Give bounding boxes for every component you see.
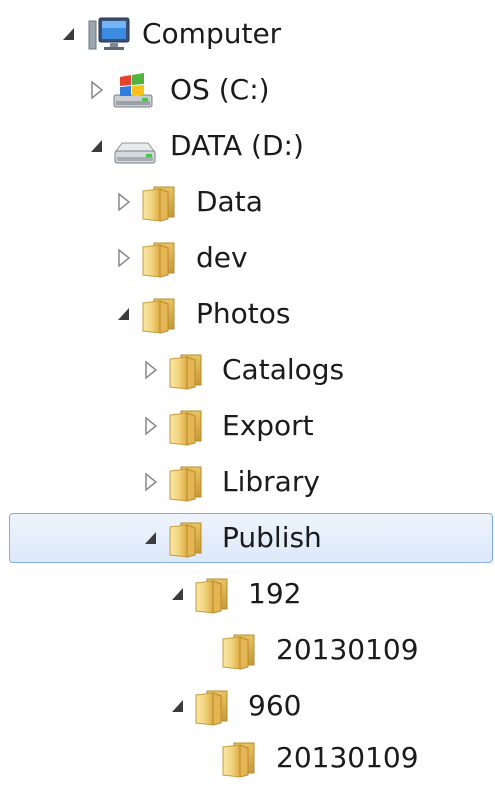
folder-icon <box>220 631 260 671</box>
collapsed-arrow-icon[interactable] <box>140 356 164 384</box>
collapsed-arrow-icon[interactable] <box>140 468 164 496</box>
folder-icon <box>167 519 207 559</box>
collapsed-arrow-icon[interactable] <box>113 188 137 216</box>
tree-item-export[interactable]: Export <box>0 398 495 454</box>
folder-tree: Computer OS (C:) DATA (D:) Data dev Phot… <box>0 0 495 786</box>
tree-item-label: Catalogs <box>222 353 345 386</box>
tree-item-label: Computer <box>142 17 282 50</box>
folder-icon <box>167 407 207 447</box>
folder-icon <box>167 351 207 391</box>
tree-item-label: 20130109 <box>276 741 419 774</box>
tree-item-label: OS (C:) <box>170 73 270 106</box>
windows-drive-icon <box>112 71 153 111</box>
tree-item-192-20130109[interactable]: 20130109 <box>0 622 495 678</box>
folder-icon <box>167 463 207 503</box>
tree-item-label: Library <box>222 465 320 498</box>
tree-item-label: Data <box>196 185 263 218</box>
tree-item-label: Export <box>222 409 314 442</box>
tree-item-label: Photos <box>196 297 291 330</box>
expanded-arrow-icon[interactable] <box>113 300 137 328</box>
expanded-arrow-icon[interactable] <box>140 524 164 552</box>
tree-item-960[interactable]: 960 <box>0 678 495 734</box>
tree-item-label: DATA (D:) <box>170 129 304 162</box>
tree-item-label: dev <box>196 241 248 274</box>
computer-icon <box>88 15 130 55</box>
tree-item-label: 20130109 <box>276 633 419 666</box>
folder-icon <box>193 687 233 727</box>
folder-icon <box>193 575 233 615</box>
tree-item-catalogs[interactable]: Catalogs <box>0 342 495 398</box>
tree-item-publish[interactable]: Publish <box>0 510 495 566</box>
folder-icon <box>140 295 180 335</box>
tree-item-dev[interactable]: dev <box>0 230 495 286</box>
tree-item-label: 960 <box>248 689 302 722</box>
folder-icon <box>220 739 260 779</box>
tree-item-computer[interactable]: Computer <box>0 6 495 62</box>
tree-item-library[interactable]: Library <box>0 454 495 510</box>
tree-item-drive-d[interactable]: DATA (D:) <box>0 118 495 174</box>
tree-item-label: Publish <box>222 521 322 554</box>
collapsed-arrow-icon[interactable] <box>113 244 137 272</box>
tree-item-data[interactable]: Data <box>0 174 495 230</box>
tree-item-960-20130109[interactable]: 20130109 <box>0 730 495 786</box>
tree-item-label: 192 <box>248 577 302 610</box>
hard-drive-icon <box>112 127 156 167</box>
collapsed-arrow-icon[interactable] <box>86 76 110 104</box>
tree-item-drive-c[interactable]: OS (C:) <box>0 62 495 118</box>
tree-item-photos[interactable]: Photos <box>0 286 495 342</box>
expanded-arrow-icon[interactable] <box>58 20 82 48</box>
collapsed-arrow-icon[interactable] <box>140 412 164 440</box>
expanded-arrow-icon[interactable] <box>167 580 191 608</box>
tree-item-192[interactable]: 192 <box>0 566 495 622</box>
expanded-arrow-icon[interactable] <box>167 692 191 720</box>
folder-icon <box>140 239 180 279</box>
folder-icon <box>140 183 180 223</box>
expanded-arrow-icon[interactable] <box>86 132 110 160</box>
